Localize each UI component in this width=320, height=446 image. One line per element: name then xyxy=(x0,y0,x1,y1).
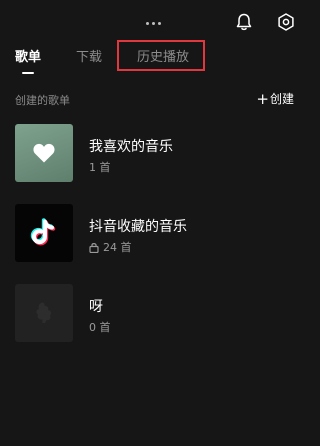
settings-icon[interactable] xyxy=(274,10,298,34)
playlist-name: 呀 xyxy=(89,299,103,315)
active-tab-indicator xyxy=(22,72,34,74)
playlist-item-douyin[interactable]: 抖音收藏的音乐 24 首 xyxy=(0,204,300,264)
create-playlist-button[interactable]: + 创建 xyxy=(256,90,294,107)
playlist-cover xyxy=(15,204,73,262)
plus-icon: + xyxy=(256,89,269,108)
playlist-name: 抖音收藏的音乐 xyxy=(89,219,187,235)
playlist-cover xyxy=(15,124,73,182)
lock-icon xyxy=(89,242,99,253)
section-title: 创建的歌单 xyxy=(15,94,70,107)
playlist-track-count-row: 24 首 xyxy=(89,239,132,255)
tab-download[interactable]: 下载 xyxy=(76,50,102,66)
playlist-item-ya[interactable]: 呀 0 首 xyxy=(0,284,300,344)
playlist-track-count: 1 首 xyxy=(89,161,111,174)
playlist-name: 我喜欢的音乐 xyxy=(89,139,173,155)
drag-handle-icon[interactable] xyxy=(144,22,162,28)
notification-bell-icon[interactable] xyxy=(232,10,256,34)
playlist-track-count: 0 首 xyxy=(89,321,111,334)
heart-icon xyxy=(33,143,55,163)
playlist-cover xyxy=(15,284,73,342)
history-tab-highlight xyxy=(117,40,205,71)
tiktok-logo-icon xyxy=(30,218,56,246)
tab-songlist[interactable]: 歌单 xyxy=(15,50,41,66)
empty-cover-icon xyxy=(36,302,52,323)
created-playlists-header: 创建的歌单 + 创建 xyxy=(0,90,300,110)
playlist-item-favorites[interactable]: 我喜欢的音乐 1 首 xyxy=(0,124,300,184)
playlist-track-count: 24 首 xyxy=(103,241,132,254)
create-label: 创建 xyxy=(269,92,294,106)
